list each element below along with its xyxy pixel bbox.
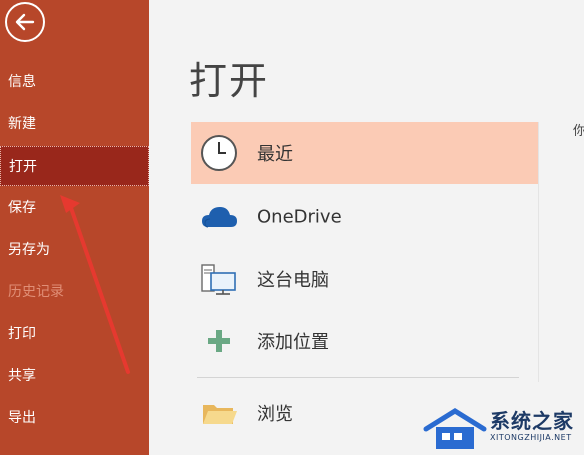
watermark: 系统之家 XITONGZHIJIA.NET xyxy=(420,405,584,455)
location-label: 最近 xyxy=(257,144,293,165)
panel-divider xyxy=(538,122,539,382)
location-this-pc[interactable]: 这台电脑 xyxy=(191,248,539,310)
plus-icon xyxy=(208,330,230,352)
sidebar-item-save[interactable]: 保存 xyxy=(0,188,149,228)
open-panel: 打开 最近 OneDrive 这台电脑 添加位置 浏览 你 xyxy=(149,0,584,455)
divider xyxy=(197,377,519,378)
location-onedrive[interactable]: OneDrive xyxy=(191,186,539,248)
sidebar-item-save-as[interactable]: 另存为 xyxy=(0,230,149,270)
back-button[interactable] xyxy=(5,2,45,42)
sidebar-item-export[interactable]: 导出 xyxy=(0,398,149,438)
backstage-sidebar: 信息 新建 打开 保存 另存为 历史记录 打印 共享 导出 xyxy=(0,0,149,455)
back-arrow-icon xyxy=(15,13,35,31)
watermark-url: XITONGZHIJIA.NET xyxy=(490,433,572,442)
watermark-title: 系统之家 xyxy=(490,409,574,433)
sidebar-item-open[interactable]: 打开 xyxy=(0,146,149,186)
location-label: 浏览 xyxy=(257,404,293,425)
sidebar-item-share[interactable]: 共享 xyxy=(0,356,149,396)
sidebar-item-print[interactable]: 打印 xyxy=(0,314,149,354)
page-title: 打开 xyxy=(189,59,270,103)
right-pane-text: 你 xyxy=(573,124,584,139)
house-logo-icon xyxy=(423,408,487,449)
location-label: 添加位置 xyxy=(257,332,329,353)
location-add-place[interactable]: 添加位置 xyxy=(191,310,539,372)
clock-icon xyxy=(201,135,237,171)
sidebar-item-history[interactable]: 历史记录 xyxy=(0,272,149,312)
location-label: OneDrive xyxy=(257,206,342,228)
location-recent[interactable]: 最近 xyxy=(191,122,539,184)
sidebar-item-new[interactable]: 新建 xyxy=(0,104,149,144)
cloud-icon xyxy=(202,207,237,228)
folder-icon xyxy=(203,405,237,424)
location-label: 这台电脑 xyxy=(257,270,329,291)
sidebar-item-info[interactable]: 信息 xyxy=(0,62,149,102)
computer-icon xyxy=(201,264,236,295)
